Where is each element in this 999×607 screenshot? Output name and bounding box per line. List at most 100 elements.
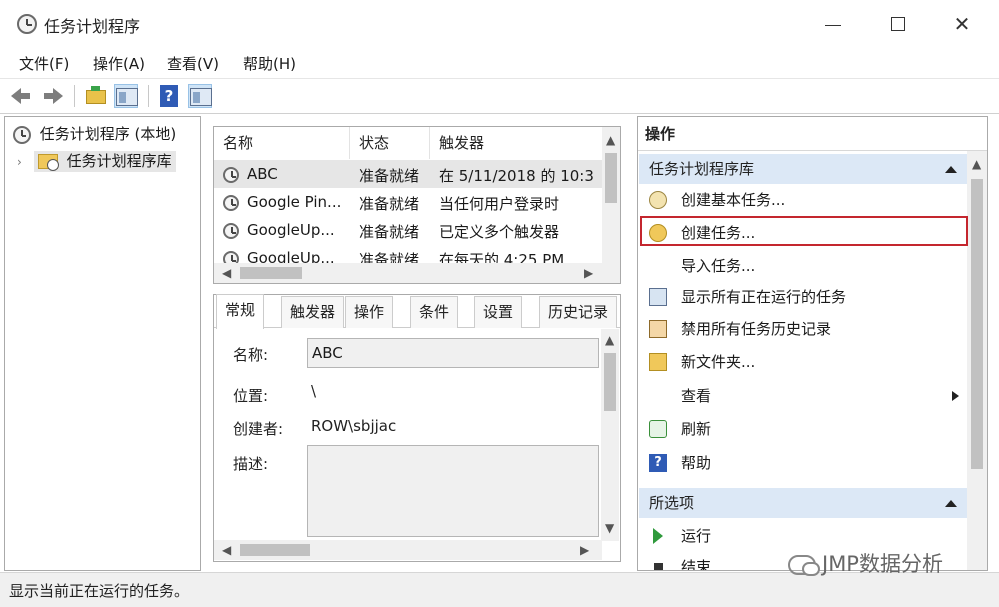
column-header-status[interactable]: 状态 — [350, 127, 430, 159]
scroll-up-icon[interactable]: ▲ — [605, 333, 614, 347]
folder-up-icon — [86, 86, 106, 104]
tab-actions[interactable]: 操作 — [345, 296, 394, 328]
help-toolbar-button[interactable]: ? — [157, 84, 181, 108]
section-library-label: 任务计划程序库 — [649, 160, 755, 178]
detail-tabs: 常规 触发器 操作 条件 设置 历史记录 — [214, 294, 620, 329]
table-row[interactable]: GoogleUp... 准备就绪 已定义多个触发器 — [214, 216, 604, 244]
action-import-task[interactable]: 导入任务... — [639, 250, 967, 282]
column-header-trigger[interactable]: 触发器 — [430, 127, 604, 159]
action-refresh[interactable]: 刷新 — [639, 413, 967, 445]
tree-item-library[interactable]: › 任务计划程序库 — [17, 150, 176, 174]
tab-conditions[interactable]: 条件 — [410, 296, 459, 328]
task-status: 准备就绪 — [359, 167, 420, 185]
task-list-horizontal-scrollbar[interactable]: ◀ ▶ — [214, 263, 620, 283]
author-value: ROW\sbjjac — [311, 417, 397, 435]
scheduler-folder-icon — [37, 154, 59, 171]
console-tree-icon — [116, 88, 138, 106]
task-trigger: 当任何用户登录时 — [439, 195, 560, 213]
tree-root-label: 任务计划程序 (本地) — [39, 125, 177, 143]
wechat-icon — [788, 555, 820, 576]
actions-header: 操作 — [638, 117, 987, 151]
history-icon — [649, 320, 667, 338]
table-row[interactable]: ABC 准备就绪 在 5/11/2018 的 10:3 — [214, 160, 604, 188]
name-label: 名称: — [233, 346, 269, 364]
menu-help[interactable]: 帮助(H) — [243, 53, 296, 74]
action-show-running-tasks[interactable]: 显示所有正在运行的任务 — [639, 281, 967, 313]
task-name: GoogleUp... — [247, 221, 335, 239]
task-name: ABC — [247, 165, 278, 183]
running-tasks-icon — [649, 288, 667, 306]
tab-triggers[interactable]: 触发器 — [281, 296, 345, 328]
name-field[interactable]: ABC — [307, 338, 599, 368]
tab-settings[interactable]: 设置 — [474, 296, 523, 328]
back-button[interactable] — [11, 84, 35, 108]
action-new-folder[interactable]: 新文件夹... — [639, 346, 967, 378]
action-view[interactable]: 查看 — [639, 380, 967, 412]
scroll-up-icon[interactable]: ▲ — [972, 157, 981, 171]
action-pane-icon — [190, 88, 212, 106]
task-trigger: 在 5/11/2018 的 10:3 — [439, 167, 594, 185]
task-list-vertical-scrollbar[interactable]: ▲ — [602, 127, 620, 265]
submenu-arrow-icon — [952, 391, 959, 401]
section-selected-label: 所选项 — [649, 494, 695, 512]
author-label: 创建者: — [233, 420, 284, 438]
wizard-icon — [649, 191, 667, 209]
scroll-left-icon[interactable]: ◀ — [222, 266, 231, 280]
scroll-right-icon[interactable]: ▶ — [580, 543, 589, 557]
collapse-icon[interactable] — [945, 500, 957, 507]
maximize-button[interactable] — [875, 8, 921, 40]
column-header-name[interactable]: 名称 — [214, 127, 350, 159]
task-clock-icon — [223, 250, 239, 264]
forward-arrow-icon — [53, 88, 63, 104]
task-detail-pane: 常规 触发器 操作 条件 设置 历史记录 名称: ABC 位置: \ 创建者: … — [213, 294, 621, 562]
scroll-up-icon[interactable]: ▲ — [606, 133, 615, 147]
description-field[interactable] — [307, 445, 599, 537]
action-label: 显示所有正在运行的任务 — [681, 288, 847, 306]
actions-vertical-scrollbar[interactable]: ▲ — [967, 151, 987, 570]
show-hide-action-pane-button[interactable] — [188, 84, 212, 108]
location-value: \ — [311, 382, 317, 400]
action-label: 导入任务... — [681, 257, 756, 275]
toolbar: ? — [0, 78, 999, 114]
action-label: 禁用所有任务历史记录 — [681, 320, 832, 338]
up-folder-button[interactable] — [84, 84, 108, 108]
section-library[interactable]: 任务计划程序库 — [639, 154, 967, 184]
task-clock-icon — [223, 166, 239, 183]
watermark-text: JMP数据分析 — [822, 552, 943, 576]
collapse-icon[interactable] — [945, 166, 957, 173]
task-clock-icon — [223, 194, 239, 211]
task-status: 准备就绪 — [359, 223, 420, 241]
action-disable-history[interactable]: 禁用所有任务历史记录 — [639, 313, 967, 345]
scroll-right-icon[interactable]: ▶ — [584, 266, 593, 280]
task-status: 准备就绪 — [359, 251, 420, 264]
close-button[interactable]: ✕ — [939, 8, 985, 40]
minimize-button[interactable] — [810, 8, 856, 40]
show-hide-console-tree-button[interactable] — [114, 84, 138, 108]
section-selected-item[interactable]: 所选项 — [639, 488, 967, 518]
console-tree: 任务计划程序 (本地) › 任务计划程序库 — [4, 116, 201, 571]
scroll-left-icon[interactable]: ◀ — [222, 543, 231, 557]
new-folder-icon — [649, 353, 667, 371]
detail-vertical-scrollbar[interactable]: ▲ ▼ — [601, 329, 619, 541]
menu-view[interactable]: 查看(V) — [167, 53, 219, 74]
window-title: 任务计划程序 — [44, 17, 141, 36]
tree-item-root[interactable]: 任务计划程序 (本地) — [13, 123, 176, 147]
action-create-basic-task[interactable]: 创建基本任务... — [639, 184, 967, 216]
task-trigger: 在每天的 4:25 PM — [439, 251, 565, 264]
scroll-down-icon[interactable]: ▼ — [605, 521, 614, 535]
menu-bar: 文件(F) 操作(A) 查看(V) 帮助(H) — [0, 46, 999, 78]
task-status: 准备就绪 — [359, 195, 420, 213]
detail-horizontal-scrollbar[interactable]: ◀ ▶ — [214, 540, 602, 560]
action-help[interactable]: ? 帮助 — [639, 447, 967, 479]
menu-file[interactable]: 文件(F) — [19, 53, 69, 74]
highlight-box — [640, 216, 968, 246]
table-row[interactable]: Google Pin... 准备就绪 当任何用户登录时 — [214, 188, 604, 216]
tab-general[interactable]: 常规 — [216, 294, 265, 329]
help-icon: ? — [649, 454, 667, 472]
task-scheduler-icon — [17, 14, 37, 34]
forward-button[interactable] — [41, 84, 65, 108]
table-row[interactable]: GoogleUp... 准备就绪 在每天的 4:25 PM — [214, 244, 604, 264]
tab-history[interactable]: 历史记录 — [539, 296, 618, 328]
menu-action[interactable]: 操作(A) — [93, 53, 145, 74]
chevron-right-icon[interactable]: › — [17, 155, 29, 169]
